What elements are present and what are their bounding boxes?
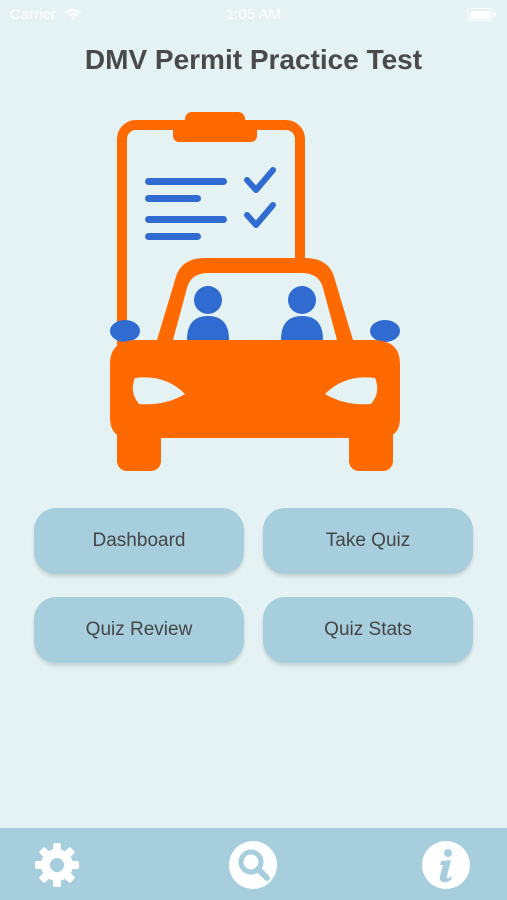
- quiz-review-button-label: Quiz Review: [85, 619, 193, 640]
- bottom-tab-bar: [0, 828, 507, 900]
- status-bar: Carrier 1:05 AM: [0, 0, 507, 30]
- car-checklist-illustration: [110, 112, 400, 471]
- quiz-review-button[interactable]: Quiz Review: [34, 597, 244, 663]
- car-icon: [110, 258, 400, 471]
- page-title: DMV Permit Practice Test: [84, 44, 423, 75]
- dashboard-button-label: Dashboard: [92, 530, 186, 551]
- search-icon[interactable]: [228, 840, 278, 890]
- battery-icon: [467, 8, 496, 21]
- quiz-stats-button[interactable]: Quiz Stats: [263, 597, 473, 663]
- dashboard-button[interactable]: Dashboard: [34, 508, 244, 574]
- gear-icon[interactable]: [32, 840, 82, 890]
- status-time: 1:05 AM: [225, 6, 282, 23]
- info-icon[interactable]: [421, 840, 471, 890]
- take-quiz-button[interactable]: Take Quiz: [263, 508, 473, 574]
- take-quiz-button-label: Take Quiz: [325, 530, 411, 551]
- quiz-stats-button-label: Quiz Stats: [324, 619, 412, 640]
